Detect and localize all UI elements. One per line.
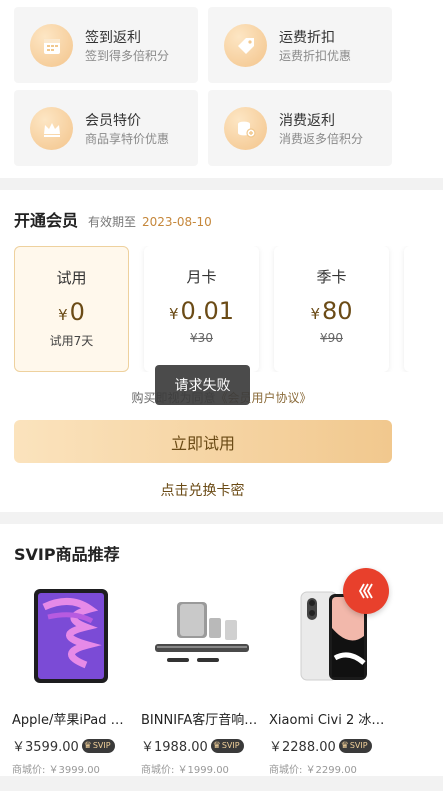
benefits-section: 签到返利 签到得多倍积分 运费折扣 运费折扣优惠 会员特价 商品享特价优惠 消费… bbox=[0, 0, 443, 178]
benefit-consume-rebate[interactable]: 消费返利 消费返多倍积分 bbox=[208, 90, 392, 166]
crown-icon: ♛ bbox=[212, 740, 221, 751]
product-title: BINNIFA客厅音响套装 bbox=[141, 713, 259, 728]
membership-title: 开通会员 bbox=[14, 211, 79, 230]
product-price-row: ￥3599.00 ♛ SVIP bbox=[12, 736, 130, 755]
crown-icon bbox=[30, 107, 73, 150]
plan-quarterly[interactable]: 季卡 ¥80 ¥90 bbox=[274, 246, 389, 372]
floating-action-button[interactable] bbox=[343, 568, 389, 614]
plan-price: ¥80 bbox=[310, 297, 353, 325]
speaker-image bbox=[141, 580, 259, 692]
valid-label: 有效期至 bbox=[88, 215, 137, 229]
plan-more[interactable] bbox=[404, 246, 443, 372]
chevrons-left-icon bbox=[358, 583, 373, 599]
product-card[interactable]: Apple/苹果iPad mini ￥3599.00 ♛ SVIP 商城价: ￥3… bbox=[12, 580, 130, 776]
plan-original-price: ¥90 bbox=[320, 331, 343, 345]
svip-title: SVIP商品推荐 bbox=[14, 545, 120, 564]
product-title: Apple/苹果iPad mini bbox=[12, 713, 130, 728]
try-now-button[interactable]: 立即试用 bbox=[14, 420, 392, 463]
price-tag-icon bbox=[224, 24, 267, 67]
benefit-shipping[interactable]: 运费折扣 运费折扣优惠 bbox=[208, 7, 392, 83]
calendar-icon bbox=[30, 24, 73, 67]
benefit-member-price[interactable]: 会员特价 商品享特价优惠 bbox=[14, 90, 198, 166]
product-price-row: ￥2288.00 ♛ SVIP bbox=[269, 736, 387, 755]
svip-badge: ♛ SVIP bbox=[210, 738, 244, 753]
plan-price: ¥0.01 bbox=[169, 297, 234, 325]
product-price-row: ￥1988.00 ♛ SVIP bbox=[141, 736, 259, 755]
product-price: ￥1988.00 bbox=[141, 740, 208, 755]
product-title: Xiaomi Civi 2 冰冰白 bbox=[269, 713, 387, 728]
crown-icon: ♛ bbox=[340, 740, 349, 751]
svip-section: SVIP商品推荐 Apple/苹果iPad mini ￥3599.00 ♛ SVI… bbox=[0, 524, 443, 776]
redeem-code-link[interactable]: 点击兑换卡密 bbox=[0, 480, 405, 500]
bottom-divider bbox=[0, 776, 443, 791]
plan-monthly[interactable]: 月卡 ¥0.01 ¥30 bbox=[144, 246, 259, 372]
benefit-subtitle: 消费返多倍积分 bbox=[279, 132, 364, 146]
svip-badge: ♛ SVIP bbox=[81, 738, 115, 753]
benefit-subtitle: 签到得多倍积分 bbox=[85, 49, 170, 63]
plan-list: 试用 ¥0 试用7天 月卡 ¥0.01 ¥30 季卡 ¥80 ¥90 bbox=[14, 246, 443, 372]
membership-header: 开通会员 有效期至 2023-08-10 bbox=[14, 207, 212, 231]
market-price: 商城价: ￥2299.00 bbox=[269, 765, 357, 776]
plan-name: 季卡 bbox=[316, 268, 347, 286]
coins-plus-icon bbox=[224, 107, 267, 150]
benefit-subtitle: 运费折扣优惠 bbox=[279, 49, 352, 63]
benefit-title: 运费折扣 bbox=[279, 30, 335, 46]
market-price: 商城价: ￥3999.00 bbox=[12, 765, 100, 776]
error-toast: 请求失败 bbox=[155, 365, 250, 405]
plan-price: ¥0 bbox=[58, 298, 85, 326]
plan-note: 试用7天 bbox=[49, 334, 94, 348]
plan-original-price: ¥30 bbox=[190, 331, 213, 345]
svip-badge: ♛ SVIP bbox=[338, 738, 372, 753]
benefit-title: 消费返利 bbox=[279, 113, 335, 129]
benefit-checkin[interactable]: 签到返利 签到得多倍积分 bbox=[14, 7, 198, 83]
product-card[interactable]: BINNIFA客厅音响套装 ￥1988.00 ♛ SVIP 商城价: ￥1999.… bbox=[141, 580, 259, 776]
crown-icon: ♛ bbox=[83, 740, 92, 751]
benefit-subtitle: 商品享特价优惠 bbox=[85, 132, 170, 146]
valid-date: 2023-08-10 bbox=[142, 215, 212, 229]
product-price: ￥3599.00 bbox=[12, 740, 79, 755]
benefit-title: 签到返利 bbox=[85, 30, 141, 46]
plan-name: 试用 bbox=[56, 269, 87, 287]
plan-name: 月卡 bbox=[186, 268, 217, 286]
plan-trial[interactable]: 试用 ¥0 试用7天 bbox=[14, 246, 129, 372]
product-price: ￥2288.00 bbox=[269, 740, 336, 755]
membership-section: 开通会员 有效期至 2023-08-10 试用 ¥0 试用7天 月卡 ¥0.01… bbox=[0, 190, 443, 512]
benefit-title: 会员特价 bbox=[85, 113, 141, 129]
market-price: 商城价: ￥1999.00 bbox=[141, 765, 229, 776]
ipad-image bbox=[12, 580, 130, 692]
